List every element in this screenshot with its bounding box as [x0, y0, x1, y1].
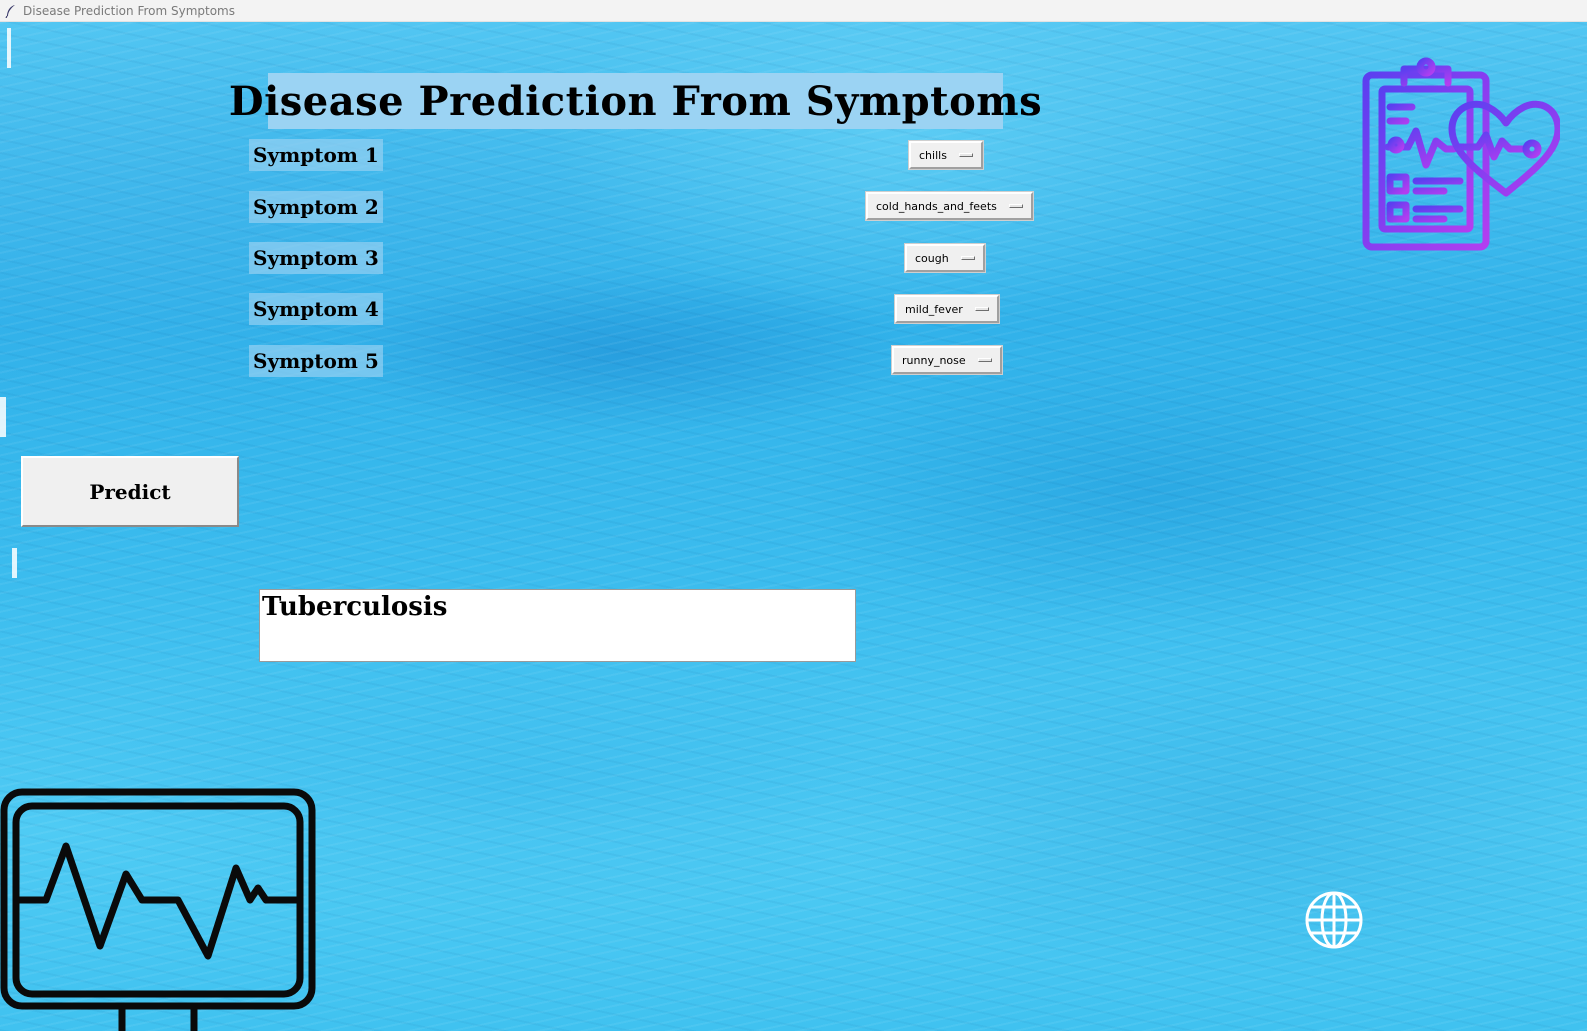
symptom-2-selected: cold_hands_and_feets [876, 199, 997, 213]
symptom-5-dropdown[interactable]: runny_nose [892, 346, 1002, 374]
prediction-result-field[interactable]: Tuberculosis [259, 589, 856, 662]
dropdown-indicator-icon [1008, 204, 1023, 208]
dropdown-indicator-icon [974, 307, 989, 311]
dropdown-indicator-icon [977, 358, 992, 362]
dropdown-indicator-icon [958, 153, 973, 157]
symptom-1-selected: chills [919, 148, 947, 162]
feather-icon [3, 3, 19, 19]
edge-mark [7, 28, 11, 68]
symptom-2-label: Symptom 2 [249, 191, 383, 223]
edge-mark [0, 397, 6, 437]
window-title: Disease Prediction From Symptoms [23, 3, 235, 18]
medical-clipboard-heart-icon [1360, 57, 1562, 258]
symptom-2-dropdown[interactable]: cold_hands_and_feets [866, 192, 1033, 220]
heart-monitor-icon [0, 788, 320, 1031]
predict-button[interactable]: Predict [21, 456, 239, 527]
symptom-3-label: Symptom 3 [249, 242, 383, 274]
symptom-4-dropdown[interactable]: mild_fever [895, 295, 999, 323]
symptom-5-selected: runny_nose [902, 353, 966, 367]
symptom-1-dropdown[interactable]: chills [909, 141, 983, 169]
symptom-1-label: Symptom 1 [249, 139, 383, 171]
symptom-4-selected: mild_fever [905, 302, 963, 316]
prediction-result-text: Tuberculosis [262, 592, 448, 622]
symptom-3-dropdown[interactable]: cough [905, 244, 985, 272]
globe-icon [1303, 889, 1365, 956]
symptom-5-label: Symptom 5 [249, 345, 383, 377]
page-title: Disease Prediction From Symptoms [229, 73, 1042, 129]
symptom-3-selected: cough [915, 251, 949, 265]
edge-mark [12, 548, 17, 578]
window-titlebar[interactable]: Disease Prediction From Symptoms [0, 0, 1587, 22]
symptom-4-label: Symptom 4 [249, 293, 383, 325]
dropdown-indicator-icon [960, 256, 975, 260]
